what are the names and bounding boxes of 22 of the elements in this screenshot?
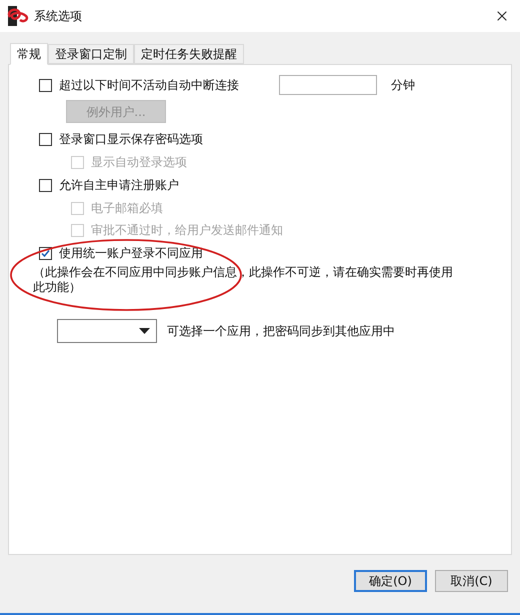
checkbox-label: 显示自动登录选项 (91, 154, 187, 171)
checkbox[interactable] (39, 178, 52, 192)
unit-label: 分钟 (391, 77, 415, 94)
checkbox-label: 允许自主申请注册账户 (59, 177, 179, 194)
checkbox-label: 电子邮箱必填 (91, 200, 163, 217)
dialog-button[interactable]: 确定(O) (354, 570, 427, 592)
checkbox-label: 审批不通过时，给用户发送邮件通知 (91, 222, 283, 239)
app-logo-icon (6, 5, 30, 27)
timeout-field[interactable] (279, 75, 377, 95)
tab[interactable]: 登录窗口定制 (48, 44, 134, 64)
dropdown-caret-icon (139, 328, 150, 334)
checkbox[interactable] (39, 78, 52, 92)
tab[interactable]: 定时任务失败提醒 (134, 44, 244, 64)
window-title: 系统选项 (34, 8, 82, 25)
dialog-button[interactable]: 取消(C) (435, 570, 508, 592)
checkbox[interactable] (39, 132, 52, 146)
checkbox-label: 超过以下时间不活动自动中断连接 (59, 77, 239, 94)
app-dropdown[interactable] (57, 319, 157, 343)
sync-hint: 可选择一个应用，把密码同步到其他应用中 (167, 323, 395, 340)
note-text: （此操作会在不同应用中同步账户信息，此操作不可逆，请在确实需要时再使用此功能） (32, 265, 454, 295)
checkbox-label: 登录窗口显示保存密码选项 (59, 131, 203, 148)
tab[interactable]: 常规 (10, 43, 48, 65)
